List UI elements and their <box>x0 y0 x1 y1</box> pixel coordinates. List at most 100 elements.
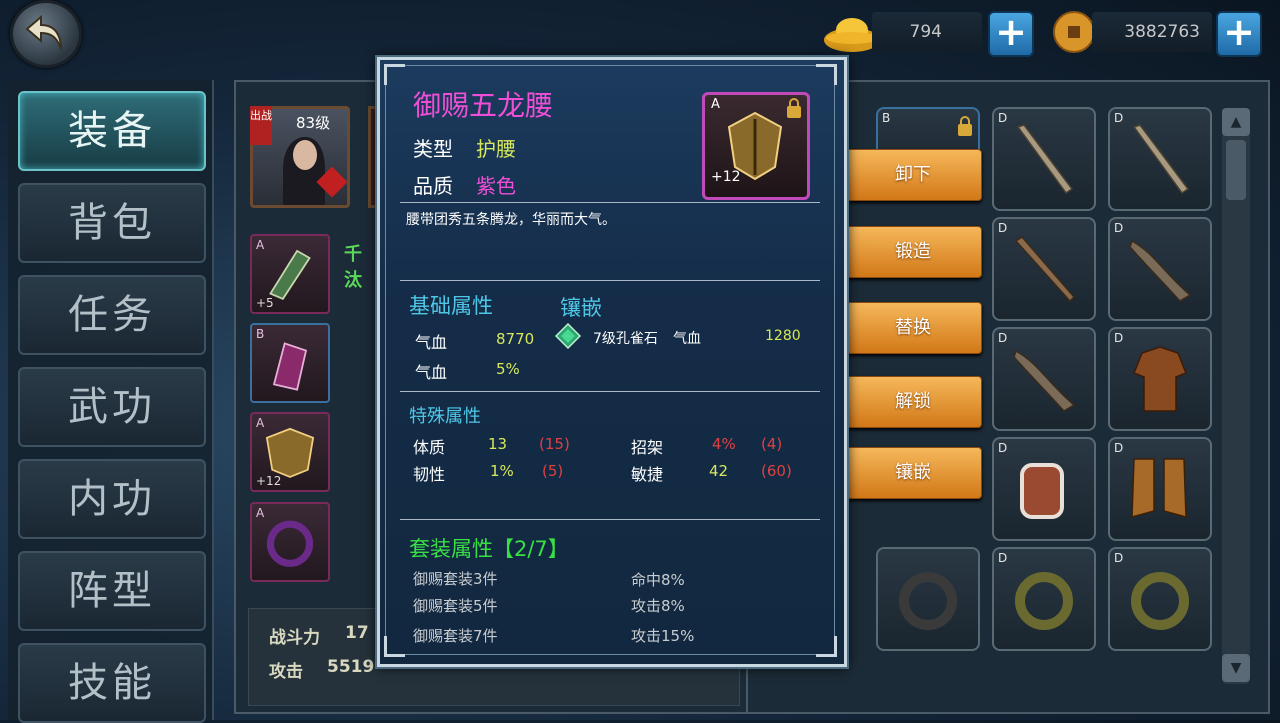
inventory-cell[interactable]: D <box>992 327 1096 431</box>
tab-inner-skill[interactable]: 内功 <box>18 459 206 539</box>
inventory-cell[interactable]: D <box>1108 107 1212 211</box>
sabre-icon <box>1129 239 1192 302</box>
ring-icon <box>1015 572 1073 630</box>
corner-ornament-icon <box>816 64 837 85</box>
attack-value: 5519 <box>327 657 375 677</box>
special-stat-name: 韧性 <box>413 465 446 484</box>
side-char-2: 汰 <box>344 270 362 291</box>
ring-icon <box>899 572 957 630</box>
slot-grade: D <box>1114 331 1124 345</box>
slot-grade: D <box>998 221 1008 235</box>
scroll-thumb[interactable] <box>1226 140 1246 200</box>
special-attr-title: 特殊属性 <box>409 406 481 427</box>
tab-backpack[interactable]: 背包 <box>18 183 206 263</box>
plus-icon: + <box>1223 10 1255 54</box>
item-description: 腰带团秀五条腾龙，华丽而大气。 <box>406 212 616 228</box>
special-stat-value: 4% <box>712 435 736 453</box>
slot-grade: D <box>1114 221 1124 235</box>
inlay-value: 1280 <box>765 328 801 344</box>
plus-icon: + <box>995 10 1027 54</box>
slot-grade: D <box>1114 111 1124 125</box>
corner-ornament-icon <box>384 636 405 657</box>
base-stat-value: 8770 <box>496 330 535 348</box>
type-value: 护腰 <box>476 137 516 161</box>
inventory-cell[interactable] <box>876 547 980 651</box>
tab-martial-arts[interactable]: 武功 <box>18 367 206 447</box>
equip-slot-arm[interactable]: B <box>250 323 330 403</box>
item-icon: A +12 <box>702 92 810 200</box>
base-stat-value: 5% <box>496 360 520 378</box>
special-stat-max: (60) <box>761 462 792 480</box>
replace-button[interactable]: 替换 <box>844 302 982 354</box>
hero-level: 83级 <box>296 114 331 132</box>
unlock-button[interactable]: 解锁 <box>844 376 982 428</box>
slot-plus: +12 <box>256 474 282 488</box>
equip-slot-weapon[interactable]: A +5 <box>250 234 330 314</box>
bracer-icon <box>1020 463 1064 519</box>
sword-icon <box>1016 124 1074 195</box>
divider <box>400 280 820 281</box>
special-stat-max: (5) <box>542 462 564 480</box>
robe-icon <box>1133 346 1187 412</box>
set-bonus-effect: 攻击15% <box>631 627 695 645</box>
inventory-cell[interactable]: D <box>992 107 1096 211</box>
back-button[interactable] <box>10 0 82 68</box>
back-arrow-icon <box>25 15 62 50</box>
tab-equipment[interactable]: 装备 <box>18 91 206 171</box>
inlay-stat: 气血 <box>673 331 701 347</box>
inlay-button[interactable]: 镶嵌 <box>844 447 982 499</box>
special-stat-name: 体质 <box>413 438 446 457</box>
inventory-cell[interactable]: D <box>1108 547 1212 651</box>
tab-skills[interactable]: 技能 <box>18 643 206 723</box>
special-stat-name: 敏捷 <box>631 465 664 484</box>
special-stat-max: (4) <box>761 435 783 453</box>
ring-icon <box>266 520 314 567</box>
set-bonus-effect: 命中8% <box>631 571 685 589</box>
corner-ornament-icon <box>816 636 837 657</box>
inventory-cell[interactable]: D <box>1108 217 1212 321</box>
equip-slot-belt[interactable]: A +12 <box>250 412 330 492</box>
slot-grade: D <box>1114 551 1124 565</box>
set-bonus-name: 御赐套装7件 <box>413 627 498 645</box>
item-name: 御赐五龙腰 <box>413 89 554 122</box>
power-value: 17 <box>345 623 369 643</box>
unequip-button[interactable]: 卸下 <box>844 149 982 201</box>
status-badge: 出战 <box>250 106 272 145</box>
slot-grade: D <box>998 441 1008 455</box>
sword-icon <box>1132 124 1190 195</box>
add-coin-button[interactable]: + <box>1216 11 1262 57</box>
spear-icon <box>1014 236 1076 303</box>
divider <box>400 391 820 392</box>
special-stat-value: 13 <box>488 435 508 453</box>
forge-button[interactable]: 锻造 <box>844 226 982 278</box>
set-bonus-title: 套装属性【2/7】 <box>409 537 569 561</box>
slot-grade: D <box>1114 441 1124 455</box>
inventory-cell[interactable]: D <box>992 437 1096 541</box>
slot-grade: D <box>998 111 1008 125</box>
quality-value: 紫色 <box>476 174 516 198</box>
gem-icon <box>555 323 581 349</box>
inventory-cell[interactable]: D <box>1108 437 1212 541</box>
equip-slot-ring[interactable]: A <box>250 502 330 582</box>
base-attr-title: 基础属性 <box>409 294 493 318</box>
inlay-title: 镶嵌 <box>560 296 602 320</box>
divider <box>400 202 820 203</box>
scroll-down-button[interactable]: ▼ <box>1222 654 1250 682</box>
tab-formation[interactable]: 阵型 <box>18 551 206 631</box>
inventory-cell[interactable]: D <box>992 547 1096 651</box>
inventory-cell[interactable]: D <box>1108 327 1212 431</box>
item-plus: +12 <box>711 169 741 185</box>
tab-quests[interactable]: 任务 <box>18 275 206 355</box>
gold-ingot-value: 794 <box>909 22 942 42</box>
quality-label: 品质 <box>413 174 453 198</box>
special-stat-value: 1% <box>490 462 514 480</box>
corner-ornament-icon <box>384 64 405 85</box>
scroll-up-button[interactable]: ▲ <box>1222 108 1250 136</box>
inventory-cell[interactable]: D <box>992 217 1096 321</box>
gold-ingot-box: 794 <box>872 12 982 52</box>
special-stat-max: (15) <box>539 435 570 453</box>
coin-box: 3882763 <box>1092 12 1212 52</box>
add-gold-ingot-button[interactable]: + <box>988 11 1034 57</box>
coin-value: 3882763 <box>1124 22 1200 42</box>
sabre-icon <box>1013 349 1076 412</box>
